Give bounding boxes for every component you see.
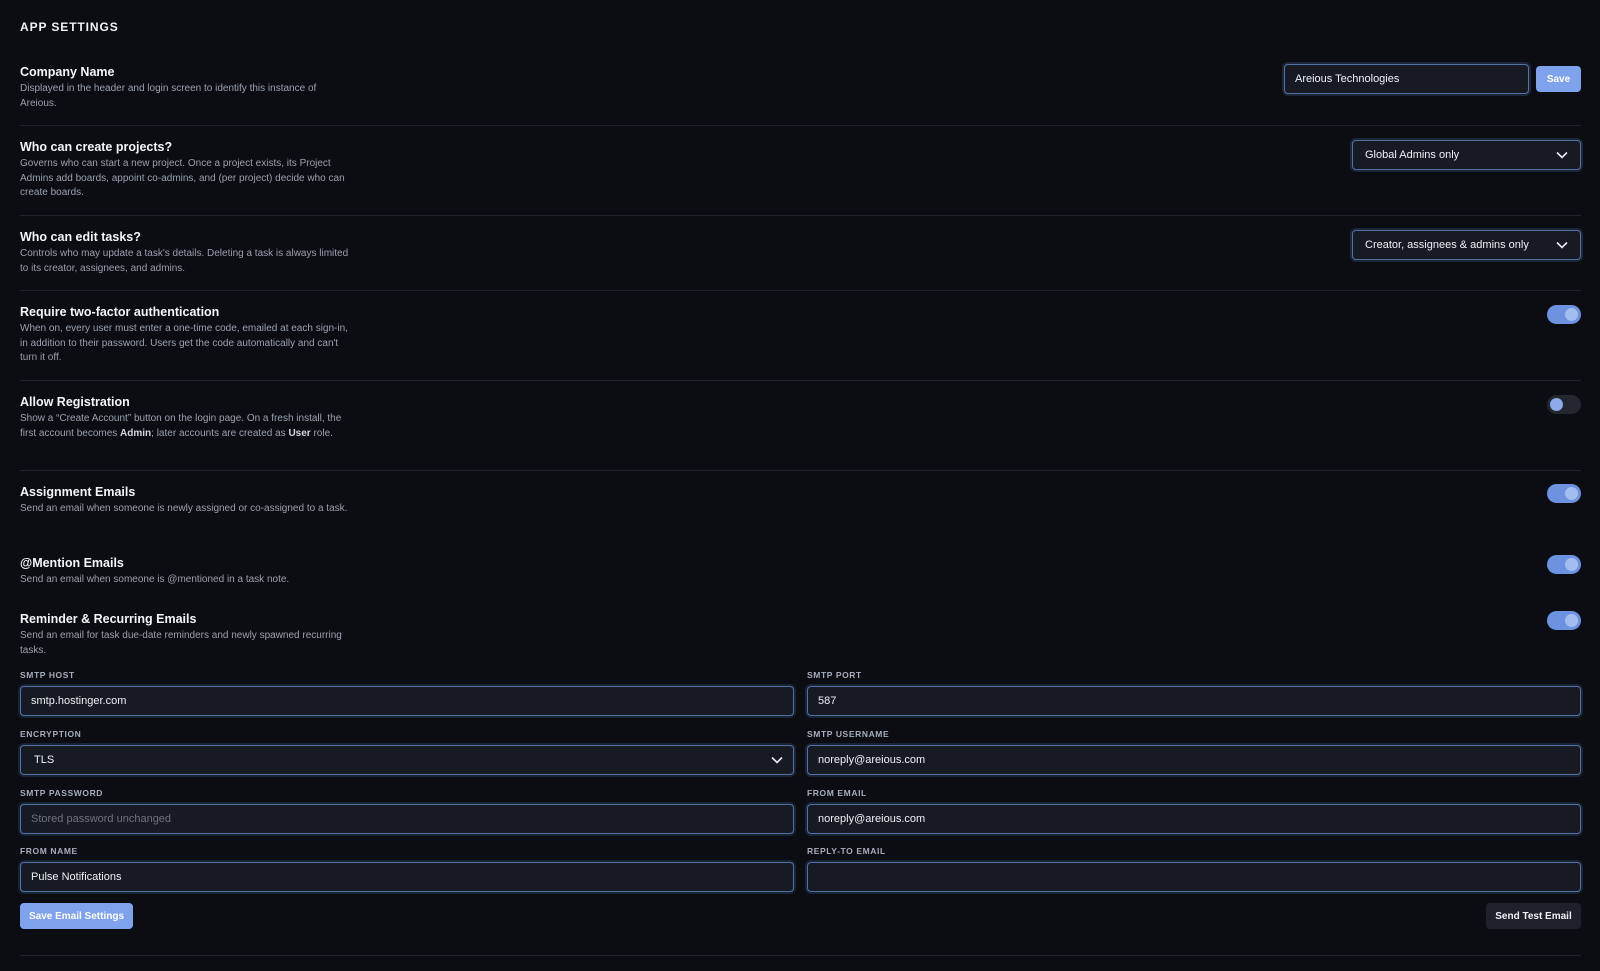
smtp-port-label: SMTP PORT xyxy=(807,670,862,680)
assignment-emails-toggle[interactable] xyxy=(1547,484,1581,503)
reminder-emails-toggle[interactable] xyxy=(1547,611,1581,630)
create-projects-setting: Who can create projects? Governs who can… xyxy=(20,139,1581,201)
encryption-select[interactable]: TLS xyxy=(20,745,794,775)
smtp-username-label: SMTP USERNAME xyxy=(807,729,890,739)
reminder-emails-setting: Reminder & Recurring Emails Send an emai… xyxy=(20,611,1581,658)
create-projects-description: Governs who can start a new project. Onc… xyxy=(20,158,345,199)
company-name-description: Displayed in the header and login screen… xyxy=(20,83,317,109)
divider xyxy=(20,380,1581,381)
toggle-knob xyxy=(1550,398,1563,411)
company-name-input[interactable] xyxy=(1284,64,1529,94)
divider xyxy=(20,290,1581,291)
toggle-knob xyxy=(1565,558,1578,571)
registration-title: Allow Registration xyxy=(20,395,130,409)
reminder-emails-title: Reminder & Recurring Emails xyxy=(20,612,197,626)
from-email-input[interactable]: noreply@areious.com xyxy=(807,804,1581,834)
toggle-knob xyxy=(1565,308,1578,321)
create-projects-select[interactable]: Global Admins only xyxy=(1352,140,1581,170)
toggle-knob xyxy=(1565,487,1578,500)
from-name-label: FROM NAME xyxy=(20,846,78,856)
two-factor-toggle[interactable] xyxy=(1547,305,1581,324)
reply-to-input[interactable] xyxy=(807,862,1581,892)
registration-toggle[interactable] xyxy=(1547,395,1581,414)
two-factor-setting: Require two-factor authentication When o… xyxy=(20,304,1581,366)
smtp-host-label: SMTP HOST xyxy=(20,670,75,680)
mention-emails-title: @Mention Emails xyxy=(20,556,124,570)
chevron-down-icon xyxy=(771,756,783,764)
reminder-emails-description: Send an email for task due-date reminder… xyxy=(20,630,342,656)
edit-tasks-setting: Who can edit tasks? Controls who may upd… xyxy=(20,229,1581,276)
smtp-port-input[interactable]: 587 xyxy=(807,686,1581,716)
two-factor-title: Require two-factor authentication xyxy=(20,305,220,319)
company-name-save-button[interactable]: Save xyxy=(1536,66,1581,92)
registration-description: Show a “Create Account” button on the lo… xyxy=(20,413,342,439)
create-projects-selected: Global Admins only xyxy=(1365,149,1460,161)
mention-emails-setting: @Mention Emails Send an email when someo… xyxy=(20,555,1581,588)
registration-setting: Allow Registration Show a “Create Accoun… xyxy=(20,394,1581,441)
divider xyxy=(20,955,1581,956)
send-test-email-button[interactable]: Send Test Email xyxy=(1486,903,1581,929)
encryption-label: ENCRYPTION xyxy=(20,729,82,739)
from-email-label: FROM EMAIL xyxy=(807,788,867,798)
divider xyxy=(20,215,1581,216)
save-email-settings-button[interactable]: Save Email Settings xyxy=(20,903,133,929)
chevron-down-icon xyxy=(1556,151,1568,159)
edit-tasks-select[interactable]: Creator, assignees & admins only xyxy=(1352,230,1581,260)
app-settings-page: APP SETTINGS Company Name Displayed in t… xyxy=(20,0,1581,971)
smtp-host-input[interactable]: smtp.hostinger.com xyxy=(20,686,794,716)
assignment-emails-description: Send an email when someone is newly assi… xyxy=(20,503,348,514)
smtp-password-input[interactable]: Stored password unchanged xyxy=(20,804,794,834)
assignment-emails-setting: Assignment Emails Send an email when som… xyxy=(20,484,1581,517)
smtp-username-input[interactable]: noreply@areious.com xyxy=(807,745,1581,775)
chevron-down-icon xyxy=(1556,241,1568,249)
mention-emails-description: Send an email when someone is @mentioned… xyxy=(20,574,290,585)
two-factor-description: When on, every user must enter a one-tim… xyxy=(20,323,348,364)
mention-emails-toggle[interactable] xyxy=(1547,555,1581,574)
page-title: APP SETTINGS xyxy=(20,20,119,34)
reply-to-label: REPLY-TO EMAIL xyxy=(807,846,886,856)
from-name-input[interactable]: Pulse Notifications xyxy=(20,862,794,892)
edit-tasks-title: Who can edit tasks? xyxy=(20,230,141,244)
toggle-knob xyxy=(1565,614,1578,627)
divider xyxy=(20,125,1581,126)
divider xyxy=(20,470,1581,471)
smtp-password-label: SMTP PASSWORD xyxy=(20,788,104,798)
assignment-emails-title: Assignment Emails xyxy=(20,485,136,499)
create-projects-title: Who can create projects? xyxy=(20,140,173,154)
edit-tasks-selected: Creator, assignees & admins only xyxy=(1365,239,1529,251)
edit-tasks-description: Controls who may update a task's details… xyxy=(20,248,349,274)
